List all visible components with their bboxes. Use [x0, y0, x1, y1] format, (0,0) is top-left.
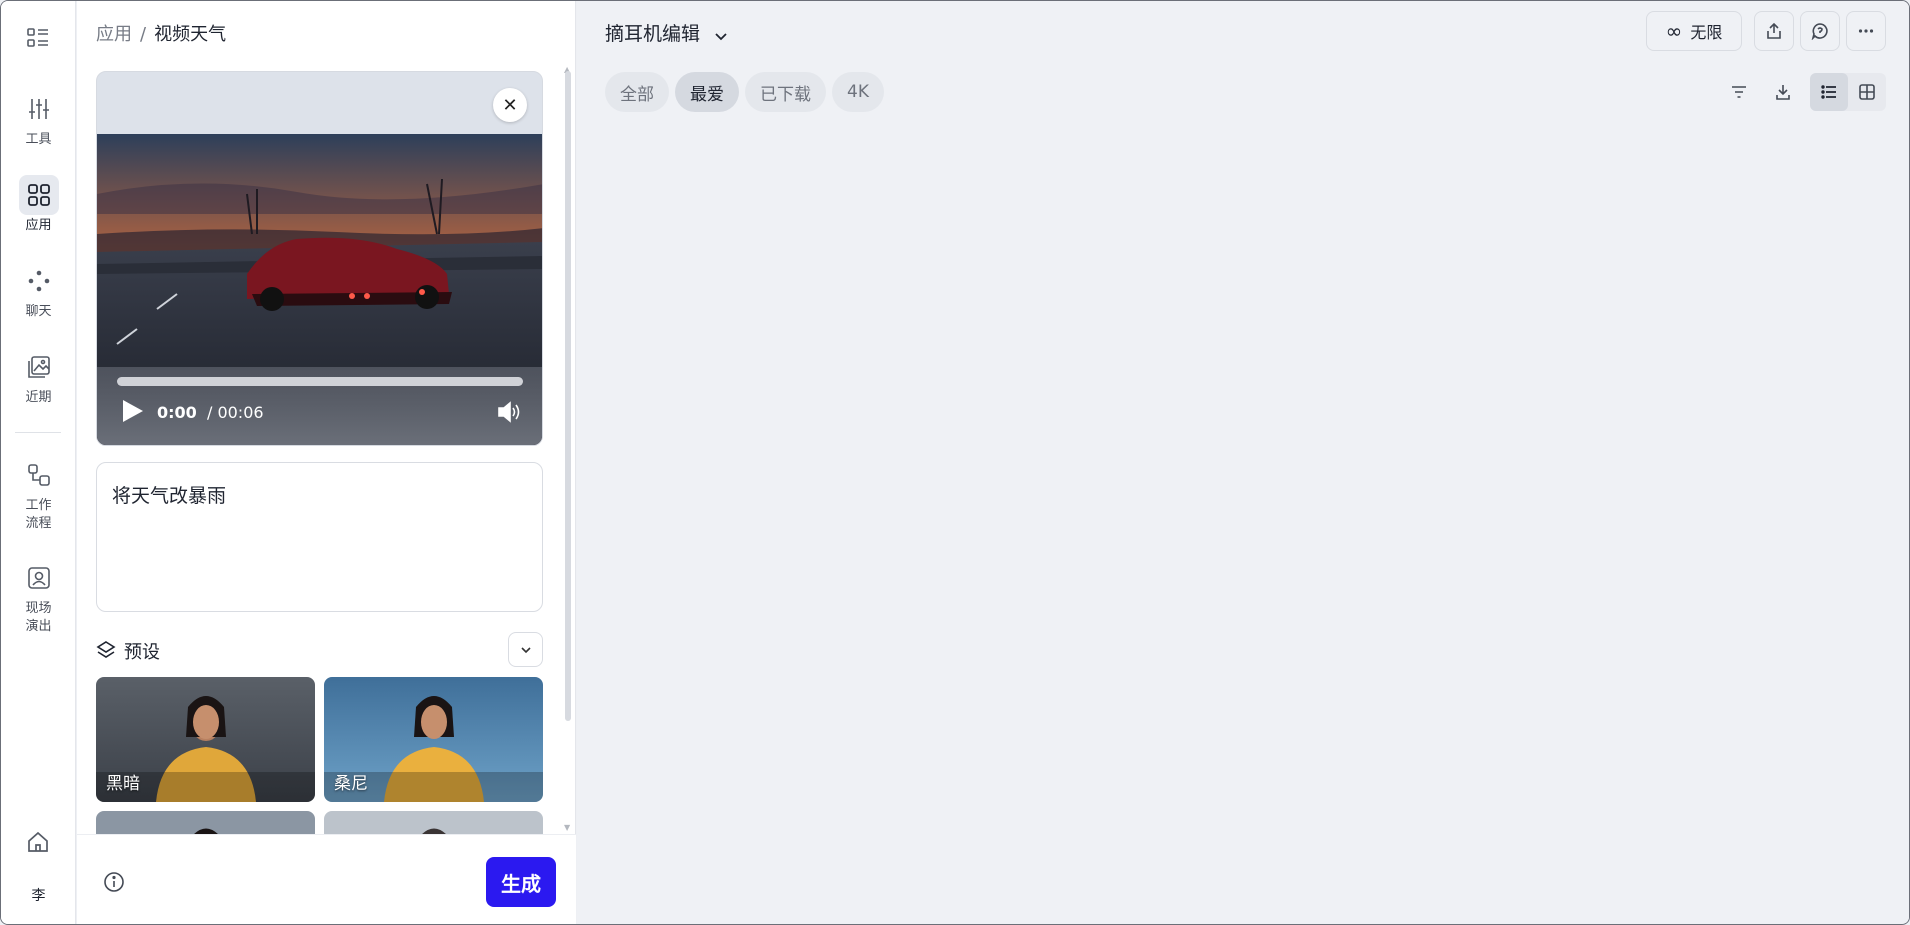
- rail-item-label: 应用: [25, 218, 52, 233]
- view-tools: [1714, 73, 1886, 111]
- scroll-down-arrow[interactable]: ▼: [564, 823, 572, 832]
- rail-item-label: 现场 演出: [25, 601, 52, 634]
- rail-divider: [15, 432, 61, 433]
- menu-list-icon[interactable]: [25, 25, 51, 51]
- main-area: 摘耳机编辑 ∞ 无限 全部 最爱 已下载 4K: [577, 1, 1909, 924]
- panel-footer: 生成: [77, 834, 576, 924]
- dots-icon: [19, 261, 59, 301]
- breadcrumb: 应用 / 视频天气: [96, 20, 226, 46]
- download-icon: [1776, 85, 1790, 100]
- app-panel: 应用 / 视频天气 ✕ 0:00 / 00:06 将天气改暴雨 预设 黑暗 桑尼…: [77, 1, 576, 924]
- breadcrumb-separator: /: [140, 24, 147, 45]
- chevron-down-icon[interactable]: [508, 632, 543, 667]
- user-avatar[interactable]: 李: [1, 885, 76, 905]
- live-icon: [19, 558, 59, 598]
- unlimited-button[interactable]: ∞ 无限: [1646, 11, 1742, 51]
- view-mode-toggle: [1810, 73, 1886, 111]
- share-icon: [1767, 22, 1781, 39]
- rail-item-chat[interactable]: 聊天: [1, 261, 76, 321]
- close-icon[interactable]: ✕: [493, 88, 527, 122]
- sliders-icon: [19, 89, 59, 129]
- panel-scroll-area[interactable]: ✕ 0:00 / 00:06 将天气改暴雨 预设 黑暗 桑尼: [96, 71, 543, 834]
- gallery-icon: [19, 347, 59, 387]
- tab-favorites[interactable]: 最爱: [675, 72, 739, 112]
- share-button[interactable]: [1754, 11, 1794, 51]
- top-actions: ∞ 无限: [1646, 11, 1886, 51]
- generate-button[interactable]: 生成: [486, 857, 556, 907]
- project-selector[interactable]: 摘耳机编辑: [605, 19, 728, 46]
- prompt-textarea[interactable]: 将天气改暴雨: [96, 462, 543, 612]
- more-button[interactable]: [1846, 11, 1886, 51]
- filter-tabs: 全部 最爱 已下载 4K: [605, 72, 890, 112]
- preset-card-dark[interactable]: 黑暗: [96, 677, 315, 802]
- tab-4k[interactable]: 4K: [832, 72, 884, 112]
- home-icon[interactable]: [23, 827, 53, 857]
- grid-view-button[interactable]: [1848, 73, 1886, 111]
- preset-label: 黑暗: [106, 774, 140, 794]
- layers-icon: [96, 640, 116, 660]
- rail-item-label: 工作 流程: [25, 498, 52, 531]
- feedback-button[interactable]: [1800, 11, 1840, 51]
- play-icon[interactable]: [123, 400, 143, 422]
- chat-question-icon: [1811, 23, 1828, 40]
- video-progress-bar[interactable]: [117, 377, 523, 386]
- filter-button[interactable]: [1720, 73, 1758, 111]
- workflow-icon: [19, 455, 59, 495]
- rail-item-label: 工具: [25, 132, 52, 147]
- presets-header: 预设: [96, 631, 543, 667]
- filter-icon: [1732, 86, 1746, 98]
- rail-item-label: 聊天: [25, 304, 52, 319]
- infinity-icon: ∞: [1665, 19, 1683, 43]
- rail-item-live[interactable]: 现场 演出: [1, 558, 76, 636]
- video-duration: / 00:06: [206, 403, 264, 422]
- chevron-down-icon: [714, 26, 728, 40]
- rail-item-apps[interactable]: 应用: [1, 175, 76, 235]
- rail-item-tools[interactable]: 工具: [1, 89, 76, 149]
- list-icon: [1821, 85, 1836, 99]
- grid-icon: [1859, 84, 1875, 100]
- volume-icon[interactable]: [496, 400, 522, 424]
- left-rail: 工具 应用 聊天 近期 工作 流程 现场 演出 李: [1, 1, 76, 924]
- info-icon[interactable]: [103, 871, 125, 893]
- app-window: 工具 应用 聊天 近期 工作 流程 现场 演出 李 应用 / 视频天气 ✕ 0:…: [0, 0, 1910, 925]
- project-title: 摘耳机编辑: [605, 23, 701, 45]
- tab-downloaded[interactable]: 已下载: [745, 72, 826, 112]
- video-player[interactable]: ✕ 0:00 / 00:06: [96, 71, 543, 446]
- preset-card[interactable]: [324, 811, 543, 834]
- video-controls: 0:00 / 00:06: [97, 367, 542, 445]
- grid-icon: [18, 175, 59, 215]
- tab-all[interactable]: 全部: [605, 72, 669, 112]
- rail-item-label: 近期: [25, 390, 52, 405]
- breadcrumb-root[interactable]: 应用: [96, 24, 132, 45]
- list-view-button[interactable]: [1810, 73, 1848, 111]
- presets-title: 预设: [124, 642, 160, 663]
- preset-card-sunny[interactable]: 桑尼: [324, 677, 543, 802]
- download-button[interactable]: [1764, 73, 1802, 111]
- more-icon: [1858, 29, 1874, 33]
- video-current-time: 0:00: [157, 403, 197, 422]
- rail-item-workflow[interactable]: 工作 流程: [1, 455, 76, 533]
- rail-item-recent[interactable]: 近期: [1, 347, 76, 407]
- panel-scrollbar[interactable]: [565, 71, 571, 721]
- video-time: 0:00 / 00:06: [157, 403, 264, 422]
- preset-label: 桑尼: [334, 774, 368, 794]
- breadcrumb-current: 视频天气: [154, 24, 227, 45]
- preset-card[interactable]: [96, 811, 315, 834]
- unlimited-label: 无限: [1690, 23, 1723, 42]
